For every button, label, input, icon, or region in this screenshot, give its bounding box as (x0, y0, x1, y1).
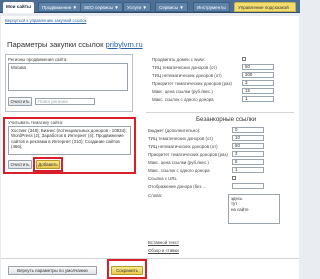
save-button[interactable]: Сохранить (111, 266, 143, 275)
anchorless-label: Приоритет тематических доноров (раз) (148, 152, 228, 157)
site-link[interactable]: pribylvm.ru (106, 40, 143, 49)
tab-services[interactable]: Услуги ▼ (123, 2, 151, 12)
setting-input[interactable]: 15 (242, 88, 274, 94)
donor-display-select[interactable] (232, 183, 264, 189)
setting-input[interactable]: 3 (242, 80, 274, 86)
regions-textarea[interactable]: Москва (8, 63, 128, 91)
page-title-prefix: Параметры закупки ссылок (7, 40, 104, 49)
tab-services-2[interactable]: Сервисы ▼ (155, 2, 188, 12)
tab-tools[interactable]: Инструменты (193, 2, 230, 12)
anchorless-input[interactable]: 3 (232, 151, 264, 157)
url-option-checkbox[interactable] (232, 176, 236, 180)
anchorless-label: ТИЦ нетематических доноров (от) (148, 144, 218, 149)
setting-label: Макс. цена ссылки (руб./мес.) (152, 89, 213, 94)
setting-label: ТИЦ тематических доноров (от) (152, 65, 217, 70)
setting-label: ТИЦ нетематических доноров (от) (152, 73, 222, 78)
topics-textarea[interactable]: Хостинг (348); Бизнес (потенциальных дон… (8, 126, 131, 155)
setting-www-label: Продвигать домен с www: (152, 57, 205, 62)
anchorless-input[interactable]: 10 (232, 135, 264, 141)
anchorless-label: Бюджет (дополнительно): (148, 128, 201, 133)
setting-label: Макс. ссылок с одного донора (152, 97, 214, 102)
regions-label: Регионы продвижения сайта: (8, 57, 68, 62)
region-search-input[interactable]: Поиск региона (35, 98, 95, 105)
tab-promotion[interactable]: Продвижение ▼ (38, 2, 82, 12)
setting-input[interactable]: 1 (242, 96, 274, 102)
donor-display-label: Отображение донора (без ... (148, 184, 207, 189)
anchorless-title: Безанкорные ссылки (196, 116, 257, 123)
anchorless-input[interactable]: 5 (232, 159, 264, 165)
words-label: Слова: (148, 193, 163, 198)
topics-label: Учитывать тематику сайта: (8, 120, 64, 125)
footer-divider (1, 258, 299, 259)
www-checkbox[interactable] (242, 57, 246, 61)
back-link[interactable]: Вернуться к управлению закупкой ссылок (5, 18, 86, 23)
topics-add-button[interactable]: Добавить (36, 160, 60, 169)
regions-clear-button[interactable]: Очистить (8, 97, 32, 106)
setting-input[interactable]: 50 (242, 64, 274, 70)
review-rates-link[interactable]: Обзор и ставки (148, 248, 179, 253)
anchorless-input[interactable]: 50 (232, 143, 264, 149)
anchorless-label: Макс. ссылок с одного донора (148, 168, 210, 173)
top-navigation-bar: Мои сайты Продвижение ▼ SEO сервисы ▼ Ус… (0, 0, 300, 13)
words-textarea[interactable]: здесь тут на сайте (228, 194, 280, 224)
topics-clear-button[interactable]: Очистить (8, 160, 32, 169)
anchorless-label: ТИЦ тематических доноров (от) (148, 136, 213, 141)
reset-defaults-button[interactable]: Вернуть параметры по умолчанию (8, 266, 97, 275)
inserted-text-link[interactable]: Вставной текст (148, 240, 179, 245)
section-divider (146, 112, 294, 113)
tab-my-sites[interactable]: Мои сайты (3, 2, 34, 13)
anchorless-label: Макс. цена ссылки (руб./мес.) (148, 160, 209, 165)
url-option-label: Ссылка с URL (148, 176, 177, 181)
page-title: Параметры закупки ссылок pribylvm.ru (7, 40, 143, 49)
tab-seo-services[interactable]: SEO сервисы ▼ (80, 2, 123, 12)
help-toggle-button[interactable]: Управление подсказкой (234, 2, 296, 12)
setting-input[interactable]: 300 (242, 72, 274, 78)
setting-label: Приоритет тематических доноров (раз) (152, 81, 232, 86)
anchorless-input[interactable]: 0 (232, 127, 264, 133)
anchorless-input[interactable]: 1 (232, 167, 264, 173)
